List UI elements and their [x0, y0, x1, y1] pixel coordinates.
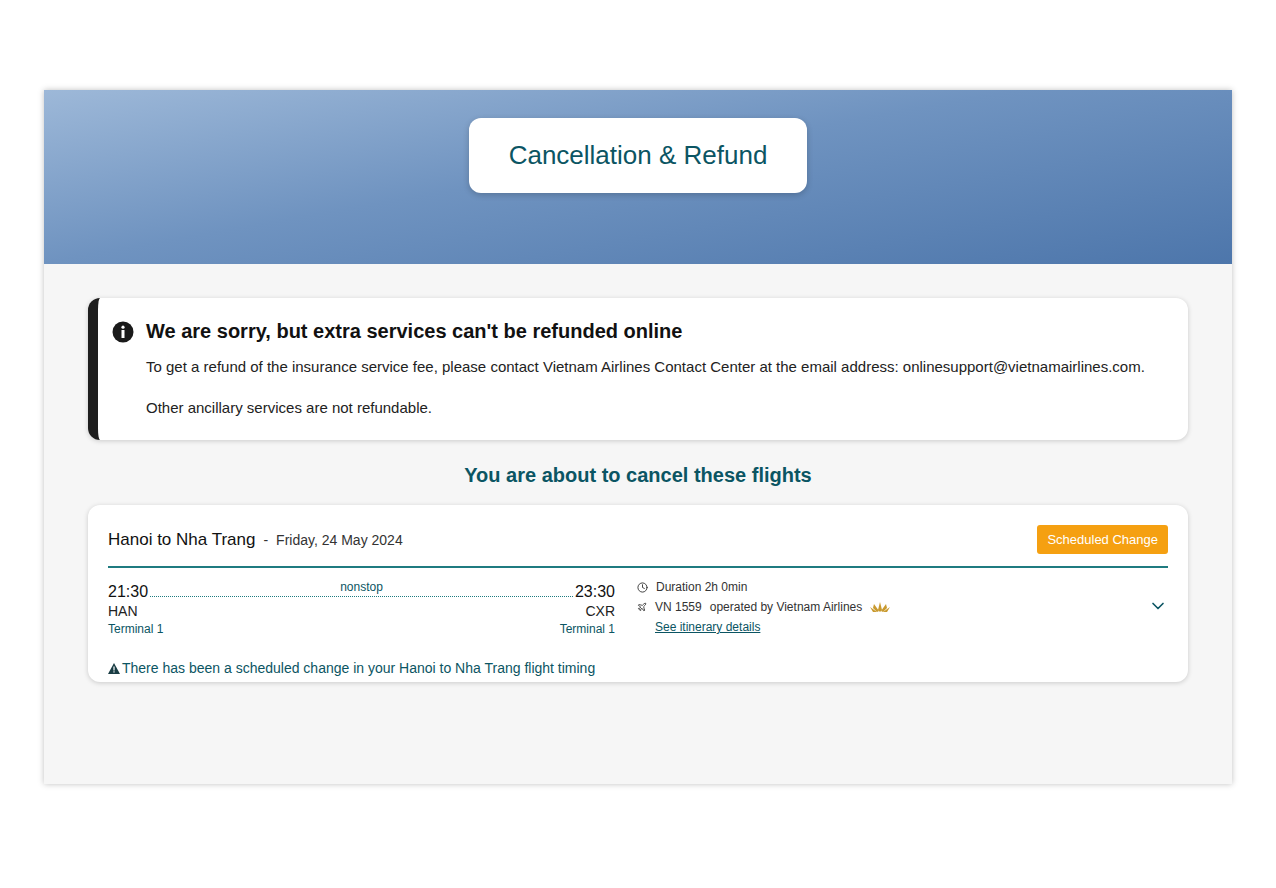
- page: Cancellation & Refund We are sorry, but e…: [0, 0, 1276, 888]
- content: We are sorry, but extra services can't b…: [44, 264, 1232, 682]
- flight-card: Hanoi to Nha Trang-Friday, 24 May 2024 Sc…: [88, 505, 1188, 682]
- warning-icon: [108, 663, 120, 674]
- notice-line: To get a refund of the insurance service…: [146, 357, 1145, 377]
- arrival-terminal: Terminal 1: [560, 622, 615, 636]
- departure-time: 21:30: [108, 583, 148, 601]
- vietnam-airlines-logo-icon: [870, 601, 890, 613]
- page-title: Cancellation & Refund: [469, 118, 807, 193]
- flight-number: VN 1559operated by Vietnam Airlines: [637, 600, 1148, 614]
- route-line: [150, 596, 573, 597]
- plane-icon: [637, 602, 647, 612]
- itinerary-link[interactable]: See itinerary details: [655, 620, 1148, 634]
- terminal-row: Terminal 1 Terminal 1: [108, 622, 615, 636]
- arrival-code: CXR: [585, 603, 615, 619]
- duration: Duration 2h 0min: [637, 580, 1148, 594]
- airport-row: HAN CXR: [108, 603, 615, 619]
- chevron-down-icon[interactable]: [1148, 596, 1168, 616]
- expand-toggle[interactable]: [1148, 580, 1168, 616]
- notice-title: We are sorry, but extra services can't b…: [146, 320, 1145, 343]
- flight-date: Friday, 24 May 2024: [276, 532, 403, 548]
- stops-label: nonstop: [340, 580, 383, 594]
- timeline: 21:30nonstop23:30HANCXRTerminal 1Termina…: [108, 580, 615, 636]
- clock-icon: [637, 582, 648, 593]
- route-group: Hanoi to Nha Trang-Friday, 24 May 2024: [108, 530, 403, 550]
- notice-line: Other ancillary services are not refunda…: [146, 398, 1145, 418]
- flight-row: 21:30nonstop23:30HANCXRTerminal 1Termina…: [108, 568, 1168, 636]
- status-badge: Scheduled Change: [1037, 525, 1168, 554]
- info-icon: [112, 321, 134, 343]
- notice-body: We are sorry, but extra services can't b…: [146, 320, 1145, 418]
- stops: nonstop: [150, 580, 573, 601]
- notice-box: We are sorry, but extra services can't b…: [88, 298, 1188, 440]
- cancellation-frame: Cancellation & Refund We are sorry, but e…: [44, 90, 1232, 784]
- hero-banner: Cancellation & Refund: [44, 90, 1232, 264]
- time-row: 21:30 nonstop 23:30: [108, 580, 615, 601]
- section-heading: You are about to cancel these flights: [88, 464, 1188, 487]
- schedule-warning: There has been a scheduled change in you…: [108, 660, 1168, 676]
- arrival-time: 23:30: [575, 583, 615, 601]
- separator: -: [263, 532, 268, 548]
- departure-code: HAN: [108, 603, 138, 619]
- departure-terminal: Terminal 1: [108, 622, 163, 636]
- flight-header: Hanoi to Nha Trang-Friday, 24 May 2024 Sc…: [108, 525, 1168, 568]
- flight-info: Duration 2h 0min VN 1559operated by Vietn…: [615, 580, 1148, 634]
- route: Hanoi to Nha Trang: [108, 530, 255, 550]
